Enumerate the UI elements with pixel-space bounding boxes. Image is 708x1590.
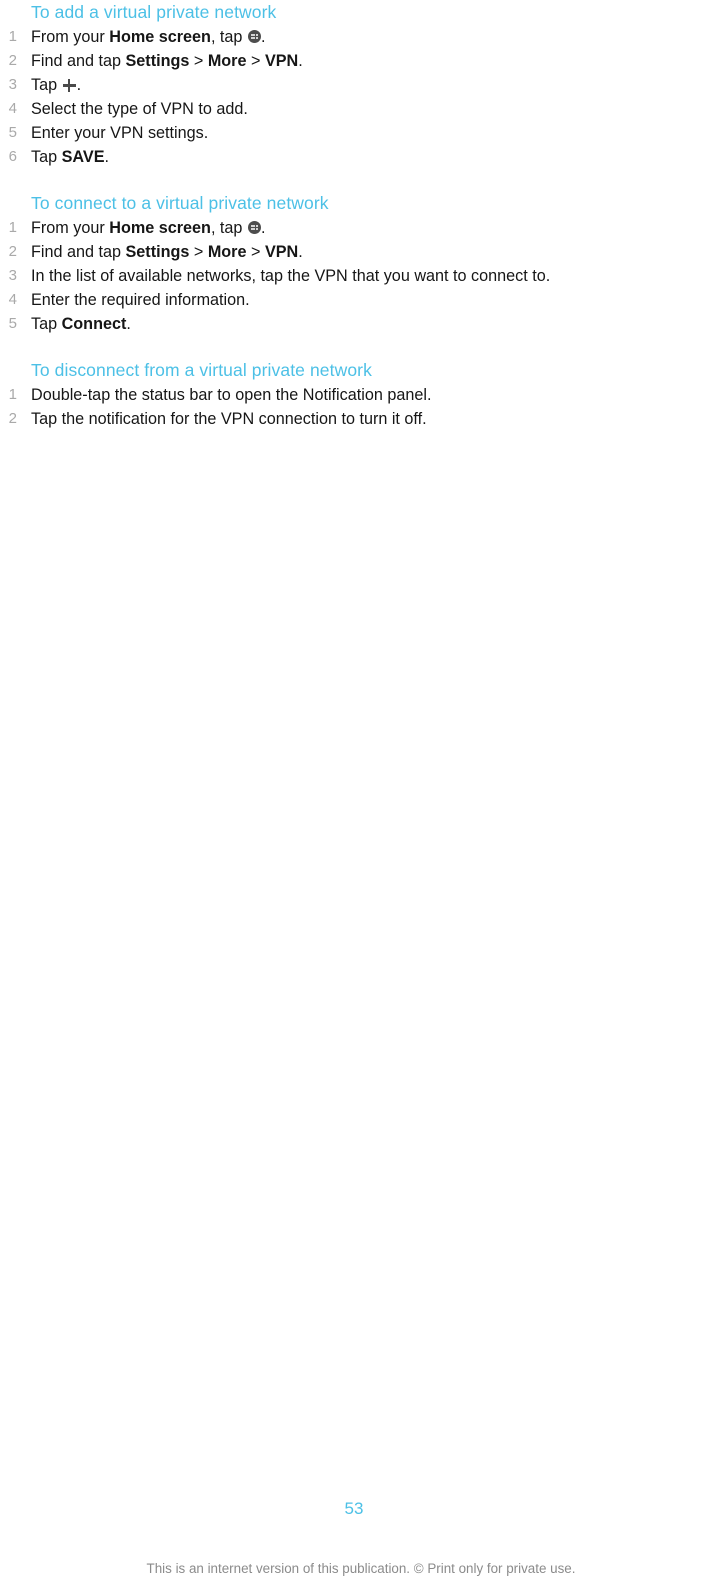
step-text: Select the type of VPN to add. — [31, 100, 248, 118]
section-heading: To connect to a virtual private network — [31, 193, 329, 213]
ui-term: SAVE — [61, 148, 105, 166]
section-heading: To add a virtual private network — [31, 2, 277, 22]
app-drawer-icon — [247, 221, 261, 234]
step-text: From your Home screen, tap . — [31, 28, 266, 46]
ui-term: More — [207, 52, 247, 70]
step-text: Tap . — [31, 76, 82, 94]
ui-term: Settings — [125, 243, 190, 261]
step-number: 4 — [8, 100, 17, 117]
step-text: Find and tap Settings > More > VPN. — [31, 52, 303, 70]
plus-icon — [62, 79, 76, 92]
footer-disclaimer: This is an internet version of this publ… — [146, 1561, 576, 1576]
step-number: 1 — [8, 28, 17, 45]
step-number: 5 — [8, 315, 17, 332]
step-item: 2 Tap the notification for the VPN connec… — [0, 407, 708, 431]
step-number: 3 — [8, 267, 17, 284]
step-item: 2 Find and tap Settings > More > VPN. — [0, 240, 708, 264]
step-number: 2 — [8, 243, 17, 260]
step-number: 6 — [8, 148, 17, 165]
step-list: 1 From your Home screen, tap . 2 Find and t… — [0, 216, 708, 336]
instruction-section: To connect to a virtual private network 1… — [0, 191, 708, 336]
step-item: 3 In the list of available networks, tap … — [0, 264, 708, 288]
page-number: 53 — [344, 1499, 364, 1518]
section-heading: To disconnect from a virtual private net… — [31, 360, 372, 380]
step-text: From your Home screen, tap . — [31, 219, 266, 237]
step-text: In the list of available networks, tap t… — [31, 267, 551, 285]
instruction-section: To add a virtual private network 1 From yo… — [0, 0, 708, 169]
step-number: 3 — [8, 76, 17, 93]
step-text: Enter the required information. — [31, 291, 250, 309]
instruction-section: To disconnect from a virtual private net… — [0, 358, 708, 431]
step-text: Double-tap the status bar to open the No… — [31, 386, 432, 404]
ui-term: Home screen — [109, 28, 211, 46]
step-text: Enter your VPN settings. — [31, 124, 209, 142]
step-number: 4 — [8, 291, 17, 308]
step-number: 2 — [8, 52, 17, 69]
ui-term: Connect — [61, 315, 127, 333]
ui-term: Settings — [125, 52, 190, 70]
step-number: 2 — [8, 410, 17, 427]
step-item: 1 Double-tap the status bar to open the N… — [0, 383, 708, 407]
step-item: 5 Enter your VPN settings. — [0, 121, 708, 145]
step-text: Tap the notification for the VPN connect… — [31, 410, 427, 428]
step-text: Tap SAVE. — [31, 148, 109, 166]
document-page: To add a virtual private network 1 From yo… — [0, 0, 708, 1590]
step-item: 3 Tap . — [0, 73, 708, 97]
step-list: 1 From your Home screen, tap . 2 Find and t… — [0, 25, 708, 169]
step-item: 4 Select the type of VPN to add. — [0, 97, 708, 121]
step-item: 6 Tap SAVE. — [0, 145, 708, 169]
step-number: 1 — [8, 219, 17, 236]
ui-term: More — [207, 243, 247, 261]
ui-term: VPN — [264, 243, 299, 261]
ui-term: Home screen — [109, 219, 211, 237]
step-list: 1 Double-tap the status bar to open the N… — [0, 383, 708, 431]
step-item: 5 Tap Connect. — [0, 312, 708, 336]
step-number: 5 — [8, 124, 17, 141]
step-item: 4 Enter the required information. — [0, 288, 708, 312]
step-number: 1 — [8, 386, 17, 403]
app-drawer-icon — [247, 30, 261, 43]
step-item: 1 From your Home screen, tap . — [0, 216, 708, 240]
step-text: Tap Connect. — [31, 315, 131, 333]
page-content: To add a virtual private network 1 From yo… — [0, 0, 708, 431]
ui-term: VPN — [264, 52, 299, 70]
step-item: 2 Find and tap Settings > More > VPN. — [0, 49, 708, 73]
step-text: Find and tap Settings > More > VPN. — [31, 243, 303, 261]
step-item: 1 From your Home screen, tap . — [0, 25, 708, 49]
